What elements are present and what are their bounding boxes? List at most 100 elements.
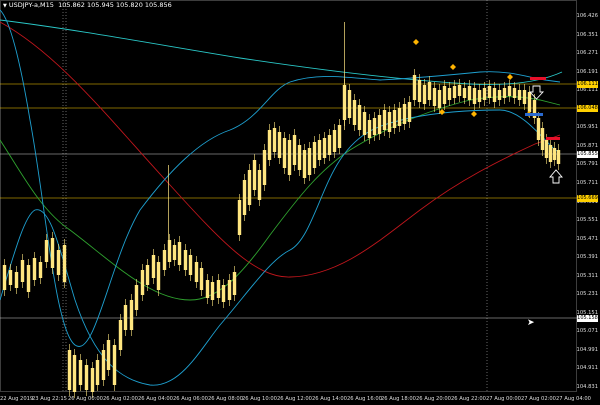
time-tick: 26 Aug 08:00 [208,396,243,402]
fractal-marker [450,64,456,70]
candle-body [512,88,517,98]
price-tick: 105.871 [576,142,598,149]
price-tick: 105.951 [576,124,598,131]
time-tick: 26 Aug 10:00 [242,396,277,402]
symbol-label: USDJPY-a,M15 [8,1,54,9]
candle-body [357,105,362,130]
candle-body [38,262,43,278]
candle-body [32,258,37,280]
candle-body [221,285,226,302]
up-arrow-icon [549,169,563,184]
time-tick: 27 Aug 02:00 [521,396,556,402]
candle-body [277,132,282,158]
candle-body [522,90,527,104]
candle-body [227,280,232,300]
chart-window[interactable]: ▼ USDJPY-a,M15 105.862 105.945 105.820 10… [0,0,600,405]
candle-body [84,365,89,390]
time-tick: 26 Aug 20:00 [416,396,451,402]
time-tick: 26 Aug 18:00 [381,396,416,402]
candle-body [467,86,472,100]
candle-body [26,265,31,292]
time-tick: 26 Aug 22:00 [451,396,486,402]
candle-body [387,112,392,132]
candle-body [237,200,242,235]
candle-body [177,242,182,265]
candle-body [312,142,317,168]
candle-body [536,118,541,140]
candle-body [544,140,549,158]
price-tick: 105.471 [576,235,598,242]
candle-body [372,118,377,135]
candle-body [95,360,100,385]
price-tick: 105.711 [576,179,598,186]
time-tick: 27 Aug 04:00 [556,396,591,402]
candle-body [272,128,277,152]
candle-body [72,355,77,392]
candle-body [452,86,457,98]
candle-body [112,345,117,385]
time-tick: 22 Aug 2019 [0,396,34,402]
candle-body [302,150,307,178]
candle-body [482,88,487,100]
price-tick: 105.071 [576,328,598,335]
candle-body [417,80,422,102]
candle-body [487,86,492,98]
candle-body [397,108,402,126]
candle-body [402,104,407,124]
time-tick: 26 Aug 00:00 [68,396,103,402]
price-tick: 105.311 [576,272,598,279]
candle-body [492,88,497,102]
candle-body [50,238,55,268]
candle-body [347,90,352,118]
ohlc-values: 105.862 105.945 105.820 105.856 [58,1,172,9]
candle-body [262,150,267,185]
price-tick: 106.351 [576,31,598,38]
candle-body [447,88,452,100]
mouse-cursor-icon: ➤ [527,318,535,328]
candle-body [145,265,150,285]
price-label: 105.855 [577,150,598,158]
candle-body [457,85,462,96]
price-tick: 104.831 [576,384,598,390]
candle-body [162,250,167,270]
candle-body [377,115,382,134]
down-arrow-icon [528,85,545,100]
candle-body [517,90,522,100]
price-label: 106.111 [577,80,598,88]
candle-body [317,140,322,160]
time-tick: 26 Aug 02:00 [103,396,138,402]
candle-body [56,250,61,275]
price-chart[interactable] [0,0,600,405]
candle-body [282,138,287,168]
fractal-marker [507,74,513,80]
candle-body [67,350,72,390]
price-tick: 105.551 [576,217,598,224]
candle-body [90,368,95,392]
candle-body [247,170,252,205]
fractal-marker [413,39,419,45]
plot-frame [0,0,577,392]
price-tick: 106.191 [576,68,598,75]
price-label: 106.048 [577,104,598,112]
candle-body [527,92,532,112]
candle-body [362,112,367,135]
candle-body [106,340,111,370]
candle-body [78,360,83,385]
candle-body [367,120,372,138]
triangle-down-icon[interactable]: ▼ [3,3,7,9]
candle-body [327,135,332,155]
price-tick: 104.911 [576,365,598,372]
candle-body [20,260,25,282]
candle-body [140,270,145,295]
candle-body [307,148,312,175]
candle-body [44,240,49,262]
price-label: 105.158 [577,314,598,322]
price-tick: 106.271 [576,50,598,57]
candle-body [156,262,161,290]
candle-body [432,88,437,106]
time-tick: 27 Aug 00:00 [486,396,521,402]
candle-body [502,88,507,98]
candle-body [352,100,357,125]
candle-body [540,128,545,150]
time-tick: 26 Aug 16:00 [347,396,382,402]
